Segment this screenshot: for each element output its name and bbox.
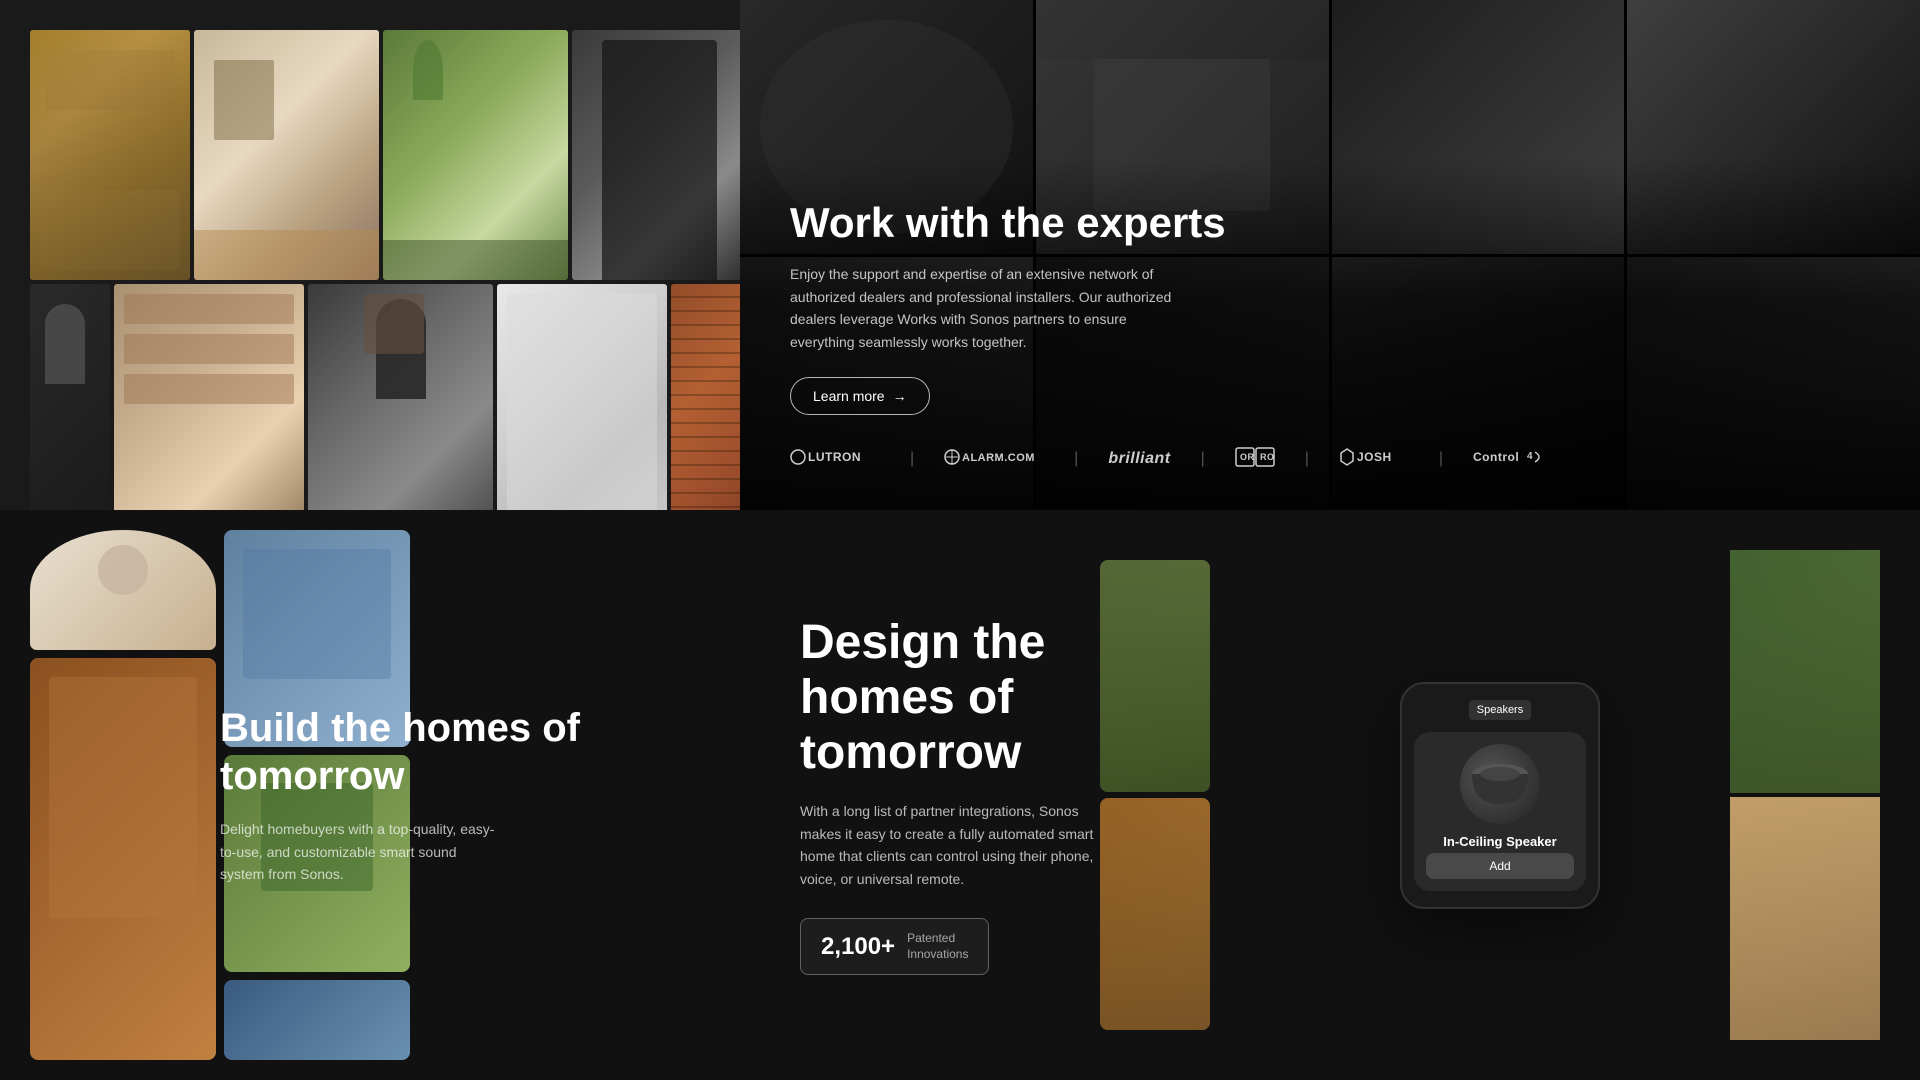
svg-text:RO: RO [1260,452,1275,462]
svg-text:JOSH: JOSH [1357,450,1392,464]
build-photo-ceiling [30,530,216,650]
innovations-text-block: Patented Innovations [907,931,968,962]
design-right-photo-1 [1730,550,1880,793]
design-right-photo-2 [1730,797,1880,1040]
design-title: Design the homes of tomorrow [800,615,1120,781]
experts-content: Work with the experts Enjoy the support … [740,159,1920,510]
add-button[interactable]: Add [1426,853,1574,879]
build-content: Build the homes of tomorrow Delight home… [220,704,690,885]
photo-installer [308,284,493,524]
svg-text:LUTRON: LUTRON [808,450,861,464]
design-section: Design the homes of tomorrow With a long… [740,510,1920,1080]
photo-plants-kitchen [383,30,568,280]
photo-bathroom [497,284,667,524]
build-photo-person [224,980,410,1060]
experts-section: Work with the experts Enjoy the support … [740,0,1920,510]
learn-more-label: Learn more [813,388,885,404]
photo-grid-section [0,0,740,510]
partner-josh: JOSH [1339,448,1409,469]
photo-kitchen [194,30,379,280]
design-right-photos [1730,550,1880,1040]
photo-grid-bottom-row [30,284,766,524]
design-description: With a long list of partner integrations… [800,800,1120,890]
experts-description: Enjoy the support and expertise of an ex… [790,263,1190,353]
innovations-number: 2,100+ [821,933,895,961]
speaker-card: In-Ceiling Speaker Add [1414,732,1586,891]
build-photos-col-1 [30,530,216,1060]
design-visual: Speakers In-Ceiling Speaker Add [1120,550,1880,1040]
photo-living-room [30,30,190,280]
innovations-label-line2: Innovations [907,947,968,963]
speaker-icon [1460,744,1540,824]
partner-control4: Control 4 [1473,448,1553,469]
partners-row: LUTRON | ALARM.COM | brilliant | OR [790,447,1870,470]
svg-text:4: 4 [1527,451,1533,462]
phone-tab-bar: Speakers [1414,700,1586,720]
partner-brilliant: brilliant [1108,450,1170,468]
partner-oro: OR RO [1235,447,1275,470]
svg-text:ALARM.COM: ALARM.COM [962,452,1035,464]
svg-text:Control: Control [1473,450,1519,464]
partner-alarm: ALARM.COM [944,448,1044,469]
build-photo-room [30,658,216,1060]
experts-title: Work with the experts [790,199,1870,247]
learn-more-button[interactable]: Learn more → [790,377,930,415]
photo-shelf [114,284,304,524]
speakers-tab[interactable]: Speakers [1469,700,1531,720]
build-section: Build the homes of tomorrow Delight home… [0,510,740,1080]
photo-door [572,30,747,280]
innovations-label-line1: Patented [907,931,968,947]
speaker-name: In-Ceiling Speaker [1426,834,1574,849]
build-title: Build the homes of tomorrow [220,704,690,800]
design-content: Design the homes of tomorrow With a long… [800,615,1120,975]
svg-text:OR: OR [1240,452,1255,462]
arrow-icon: → [893,388,907,404]
photo-man-back [30,284,110,524]
partner-lutron: LUTRON [790,448,880,469]
phone-mockup: Speakers In-Ceiling Speaker Add [1400,682,1600,909]
photo-grid-top-row [30,30,766,280]
innovations-badge: 2,100+ Patented Innovations [800,918,989,975]
build-description: Delight homebuyers with a top-quality, e… [220,818,500,885]
